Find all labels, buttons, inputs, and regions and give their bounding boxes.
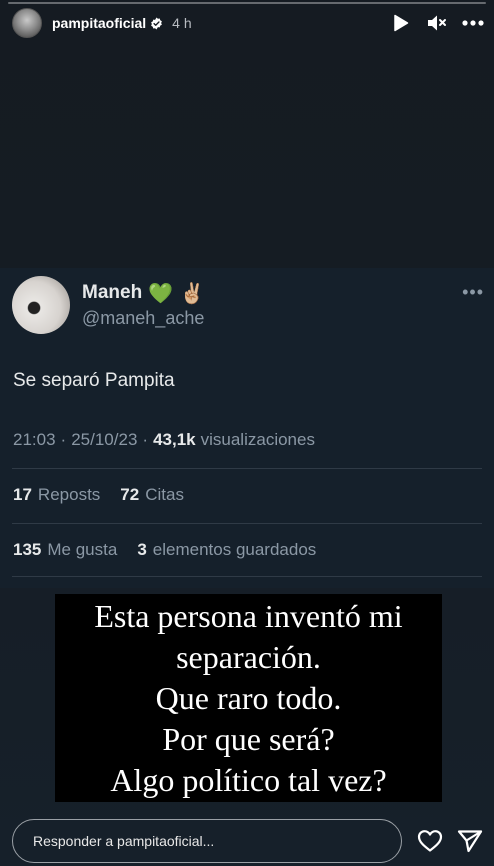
tweet-stats-likes-saved: 135 Me gusta 3 elementos guardados <box>13 540 316 560</box>
play-icon[interactable] <box>390 12 412 34</box>
tweet-text: Se separó Pampita <box>13 370 175 391</box>
saved-count: 3 <box>137 540 147 559</box>
tweet-author-emojis: 💚 ✌🏼 <box>148 281 205 305</box>
story-header: pampitaoficial 4 h <box>12 8 484 38</box>
verified-badge-icon <box>151 17 163 29</box>
mute-icon[interactable] <box>426 12 448 34</box>
reply-input[interactable] <box>33 833 401 849</box>
divider <box>12 468 482 469</box>
story-text-overlay: Esta persona inventó mi separación. Que … <box>55 594 442 802</box>
divider <box>12 523 482 524</box>
likes-label: Me gusta <box>47 540 118 559</box>
tweet-stats-reposts-quotes: 17 Reposts 72 Citas <box>13 485 184 505</box>
tweet-views-count: 43,1k <box>153 430 196 449</box>
saved-label: elementos guardados <box>152 540 317 559</box>
tweet-views-label: visualizaciones <box>200 430 315 449</box>
tweet-time: 21:03 <box>13 430 56 449</box>
overlay-line: Por que será? <box>162 720 335 757</box>
divider <box>12 576 482 577</box>
tweet-meta: 21:03 · 25/10/23 · 43,1k visualizaciones <box>13 430 315 450</box>
meta-separator: · <box>142 430 149 449</box>
heart-icon[interactable] <box>415 826 445 856</box>
story-username[interactable]: pampitaoficial <box>52 15 146 31</box>
tweet-card: Maneh 💚 ✌🏼 @maneh_ache ••• Se separó Pam… <box>0 268 494 588</box>
more-options-icon[interactable] <box>462 12 484 34</box>
quotes-label: Citas <box>145 485 184 504</box>
quotes-count: 72 <box>120 485 140 504</box>
reply-input-container[interactable] <box>12 819 402 863</box>
tweet-author-avatar <box>12 276 70 334</box>
reposts-label: Reposts <box>37 485 101 504</box>
likes-count: 135 <box>13 540 42 559</box>
story-progress-bar <box>8 2 486 4</box>
tweet-author-name: Maneh <box>82 282 143 303</box>
story-view: pampitaoficial 4 h Maneh 💚 ✌🏼 @maneh_ach… <box>0 0 494 866</box>
story-timestamp: 4 h <box>172 15 192 31</box>
overlay-line: Algo político tal vez? <box>110 761 387 798</box>
tweet-date: 25/10/23 <box>71 430 138 449</box>
send-icon[interactable] <box>455 826 485 856</box>
tweet-author-handle: @maneh_ache <box>82 308 205 328</box>
meta-separator: · <box>60 430 67 449</box>
overlay-line: Que raro todo. <box>155 679 342 716</box>
tweet-more-icon: ••• <box>462 282 484 302</box>
reposts-count: 17 <box>13 485 32 504</box>
profile-avatar[interactable] <box>12 8 42 38</box>
overlay-line: Esta persona inventó mi <box>94 597 403 634</box>
overlay-line: separación. <box>176 638 321 675</box>
